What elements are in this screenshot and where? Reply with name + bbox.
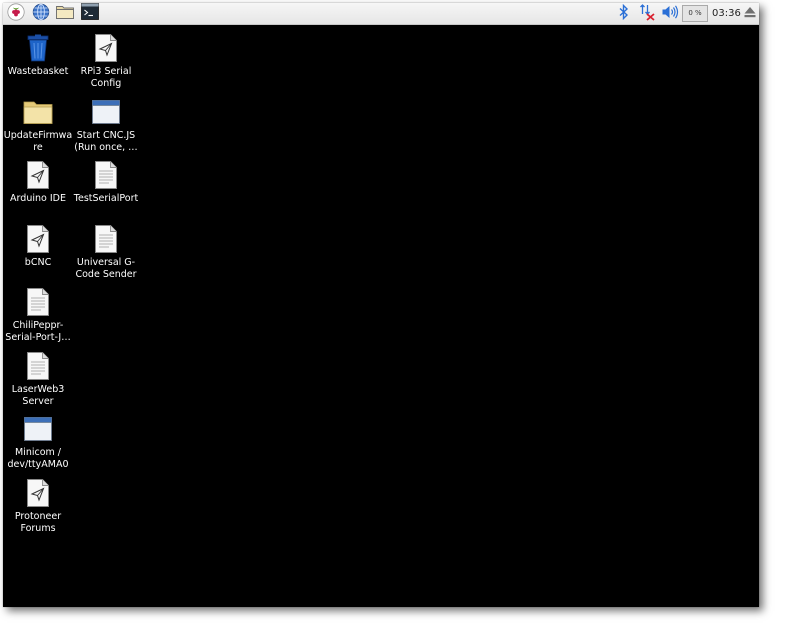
shortcut-icon [91, 33, 121, 63]
desktop-item-label: TestSerialPort [73, 193, 139, 204]
desktop-item-label: bCNC [24, 257, 52, 268]
desktop-item-label: ChiliPeppr-Serial-Port-J… [5, 320, 71, 343]
terminal-button[interactable] [80, 3, 100, 24]
desktop-item-rpi3-serial-config[interactable]: RPi3 Serial Config [71, 33, 141, 90]
shortcut-icon [23, 478, 53, 508]
eject-icon [743, 4, 757, 23]
volume-icon [661, 4, 679, 24]
eject-button[interactable] [740, 4, 759, 23]
file-manager-icon [55, 3, 75, 25]
shortcut-icon [23, 160, 53, 190]
desktop-item-label: Minicom / dev/ttyAMA0 [7, 447, 69, 470]
raspberry-menu-icon [7, 3, 25, 25]
web-browser-button[interactable] [31, 3, 51, 25]
clock[interactable]: 03:36 [712, 6, 741, 22]
file-manager-button[interactable] [55, 4, 75, 23]
raspberry-menu-button[interactable] [6, 3, 26, 25]
desktop-item-label: Wastebasket [7, 66, 69, 77]
desktop-item-label: Start CNC.JS (Run once, … [74, 130, 138, 153]
shortcut-icon [23, 224, 53, 254]
window-app-icon [23, 414, 53, 444]
screen: 0 % 03:36 Wastebasket UpdateFirmware Ard… [3, 3, 759, 607]
bluetooth-button[interactable] [614, 3, 634, 24]
network-button[interactable] [637, 3, 657, 25]
volume-button[interactable] [660, 4, 680, 23]
bluetooth-icon [618, 3, 630, 24]
window-app-icon [91, 97, 121, 127]
document-icon [23, 287, 53, 317]
desktop-item-laserweb3-server[interactable]: LaserWeb3 Server [3, 351, 73, 408]
desktop-item-start-cncjs[interactable]: Start CNC.JS (Run once, … [71, 97, 141, 154]
desktop-item-arduino-ide[interactable]: Arduino IDE [3, 160, 73, 205]
wastebasket-icon [23, 33, 53, 63]
cpu-usage-monitor[interactable]: 0 % [682, 5, 708, 22]
web-browser-icon [32, 3, 50, 25]
folder-icon [23, 97, 53, 127]
document-icon [91, 160, 121, 190]
desktop-item-label: UpdateFirmware [3, 130, 73, 153]
desktop-item-minicom[interactable]: Minicom / dev/ttyAMA0 [3, 414, 73, 471]
desktop-item-label: Universal G-Code Sender [75, 257, 137, 280]
desktop-item-bcnc[interactable]: bCNC [3, 224, 73, 269]
desktop-item-wastebasket[interactable]: Wastebasket [3, 33, 73, 78]
desktop-item-label: Protoneer Forums [14, 511, 62, 534]
desktop-item-protoneer-forums[interactable]: Protoneer Forums [3, 478, 73, 535]
document-icon [23, 351, 53, 381]
terminal-icon [81, 3, 99, 24]
network-disconnected-icon [638, 3, 656, 25]
taskbar: 0 % 03:36 [3, 3, 759, 25]
desktop-item-label: RPi3 Serial Config [80, 66, 132, 89]
desktop-item-label: Arduino IDE [10, 193, 66, 204]
desktop-item-testserialport[interactable]: TestSerialPort [71, 160, 141, 205]
document-icon [91, 224, 121, 254]
desktop-item-universal-gcode-sender[interactable]: Universal G-Code Sender [71, 224, 141, 281]
desktop: Wastebasket UpdateFirmware Arduino IDE b… [3, 25, 759, 607]
desktop-item-label: LaserWeb3 Server [11, 384, 65, 407]
desktop-item-chilipeppr[interactable]: ChiliPeppr-Serial-Port-J… [3, 287, 73, 344]
desktop-item-updatefirmware[interactable]: UpdateFirmware [3, 97, 73, 154]
